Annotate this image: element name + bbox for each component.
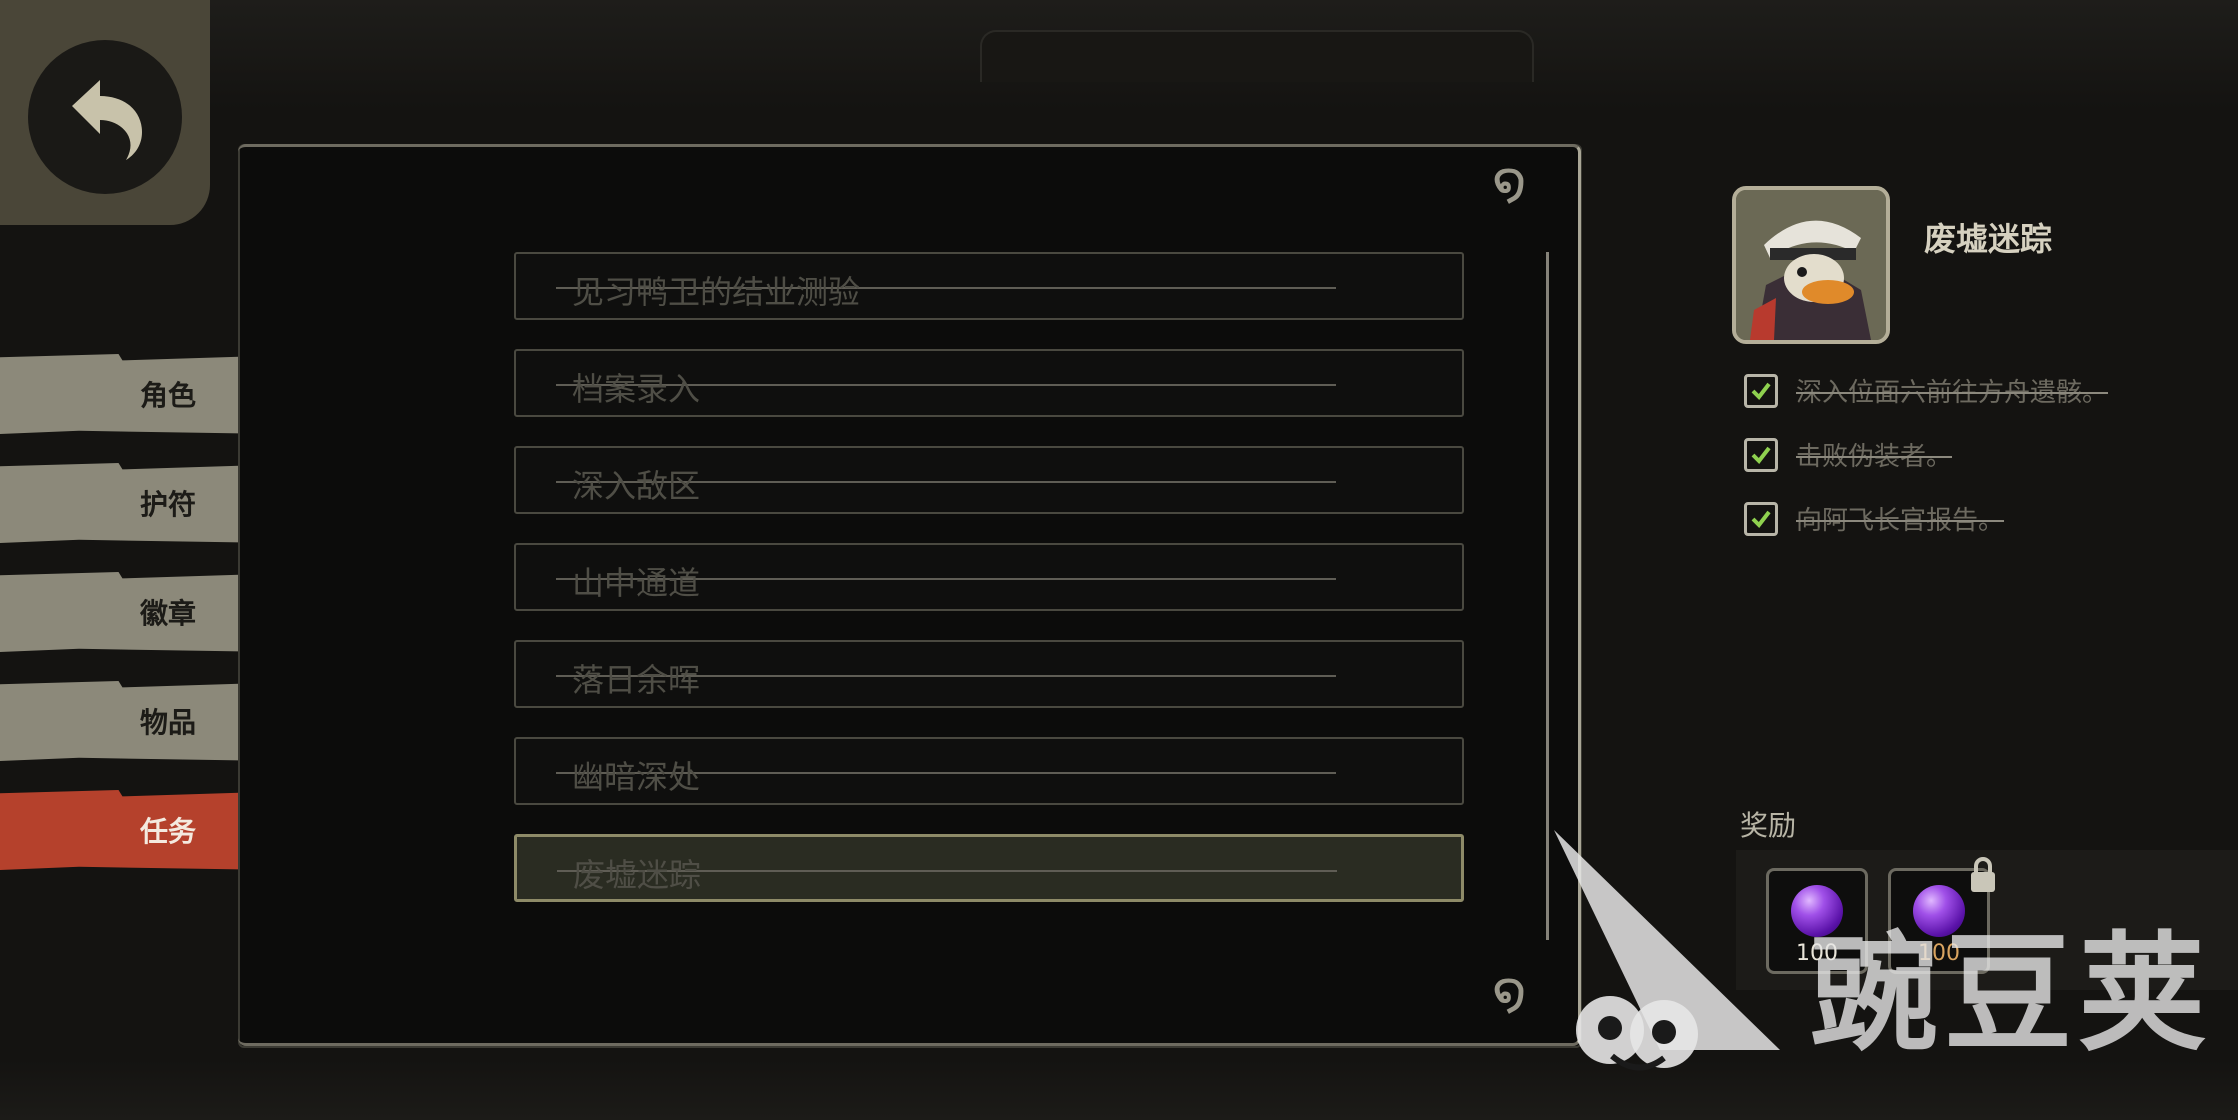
tab-label: 任务 <box>140 815 197 848</box>
objective-text: 深入位面六前往方舟遗骸。 <box>1796 378 2109 408</box>
lock-icon <box>1971 857 1995 892</box>
corner-ornament-icon: ໑ <box>1492 150 1527 213</box>
checkbox-checked-icon <box>1744 438 1778 472</box>
quest-list-item[interactable]: 山中通道 <box>514 543 1464 611</box>
top-header-plate <box>980 30 1534 82</box>
checkbox-checked-icon <box>1744 502 1778 536</box>
tab-label: 角色 <box>140 379 197 412</box>
checkbox-checked-icon <box>1744 374 1778 408</box>
objective-text: 向阿飞长官报告。 <box>1796 506 2005 536</box>
back-button[interactable] <box>28 40 182 194</box>
tab-label: 徽章 <box>140 597 197 630</box>
quest-title: 幽暗深处 <box>572 758 701 796</box>
quest-detail-title: 废墟迷踪 <box>1924 220 2053 258</box>
back-arrow-icon <box>72 80 142 160</box>
back-button-frame <box>0 0 210 225</box>
quest-list-item[interactable]: 见习鸭卫的结业测验 <box>514 252 1464 320</box>
quest-title: 见习鸭卫的结业测验 <box>572 273 861 311</box>
quest-list-item-selected[interactable]: 废墟迷踪 <box>514 834 1464 902</box>
quest-title: 废墟迷踪 <box>573 856 702 894</box>
quest-title: 落日余晖 <box>572 661 701 699</box>
watermark-text: 豌豆荚 <box>1810 920 2213 1069</box>
corner-ornament-icon: ໑ <box>1492 960 1527 1023</box>
quest-title: 档案录入 <box>572 370 701 408</box>
quest-list-item[interactable]: 档案录入 <box>514 349 1464 417</box>
duck-officer-icon <box>1736 190 1886 340</box>
quest-list-item[interactable]: 幽暗深处 <box>514 737 1464 805</box>
watermark-mascot-icon <box>1554 830 1780 1071</box>
tab-label: 护符 <box>140 488 197 521</box>
quest-list-item[interactable]: 深入敌区 <box>514 446 1464 514</box>
quest-title: 山中通道 <box>572 564 701 602</box>
objective-text: 击败伪装者。 <box>1796 442 1953 472</box>
quest-title: 深入敌区 <box>572 467 701 505</box>
tab-label: 物品 <box>140 706 197 739</box>
quest-list-item[interactable]: 落日余晖 <box>514 640 1464 708</box>
quest-giver-portrait <box>1732 186 1890 344</box>
